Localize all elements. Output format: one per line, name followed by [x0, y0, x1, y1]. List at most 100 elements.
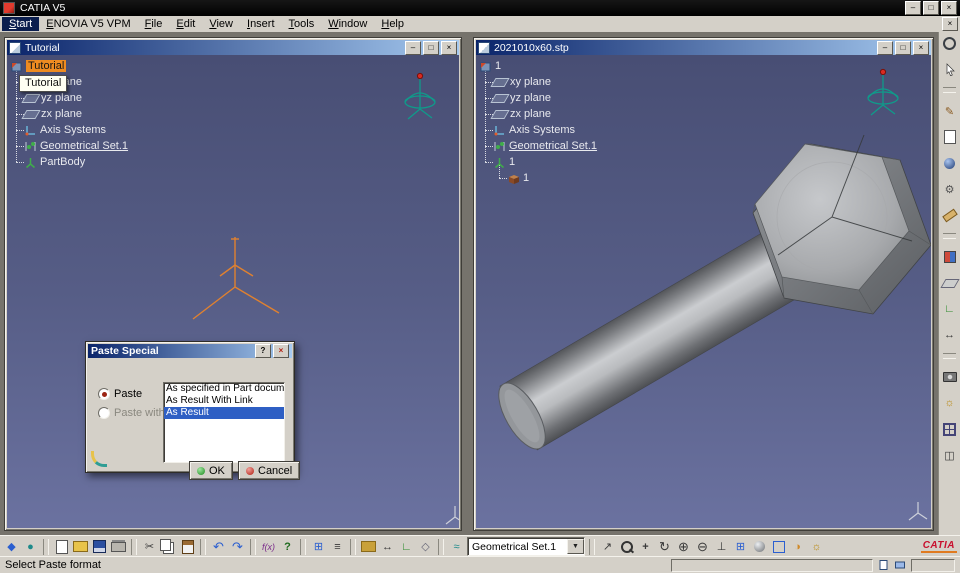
graph-icon[interactable]: ⊞ — [310, 539, 327, 555]
layers-icon[interactable]: ◫ — [941, 447, 958, 463]
bulb-icon[interactable]: ☼ — [941, 395, 958, 411]
tree-item-label[interactable]: 1 — [523, 172, 529, 184]
tree-item-label[interactable]: yz plane — [41, 92, 82, 104]
paste-format-listbox[interactable]: As specified in Part document As Result … — [163, 382, 285, 463]
view-compass[interactable] — [860, 65, 906, 119]
window-minimize-button[interactable]: – — [405, 40, 421, 55]
grid-icon[interactable] — [941, 421, 958, 437]
plane-icon[interactable] — [939, 275, 960, 291]
menu-window[interactable]: Window — [321, 17, 374, 31]
tree-root-label[interactable]: Tutorial — [26, 60, 67, 72]
window-minimize-button[interactable]: – — [877, 40, 893, 55]
tree-item-yz-plane[interactable]: yz plane — [490, 91, 551, 105]
axis-icon[interactable]: ∟ — [941, 301, 958, 317]
menu-edit[interactable]: Edit — [169, 17, 202, 31]
paste-format-option[interactable]: As specified in Part document — [164, 383, 284, 395]
zoom-in-icon[interactable]: ⊕ — [675, 539, 692, 555]
gear-icon[interactable]: ⚙ — [941, 181, 958, 197]
sphere-icon[interactable] — [941, 155, 958, 171]
paste-format-option-selected[interactable]: As Result — [164, 407, 284, 419]
maximize-button[interactable]: □ — [923, 1, 939, 15]
toolbar-handle[interactable] — [943, 233, 956, 239]
sheet-icon[interactable] — [941, 129, 958, 145]
tree-item-label[interactable]: xy plane — [510, 76, 551, 88]
copy-icon[interactable] — [160, 539, 177, 555]
open-folder-icon[interactable] — [72, 539, 89, 555]
paste-radio[interactable] — [98, 388, 110, 400]
shaded-view-icon[interactable] — [751, 539, 768, 555]
dialog-close-button[interactable]: × — [273, 344, 289, 358]
paste-format-option[interactable]: As Result With Link — [164, 395, 284, 407]
paste-radio-row[interactable]: Paste — [98, 388, 142, 400]
window-restore-button[interactable]: □ — [895, 40, 911, 55]
toolbar-handle[interactable] — [943, 353, 956, 359]
tree-item-label[interactable]: Axis Systems — [509, 124, 575, 136]
tree-root-label[interactable]: 1 — [495, 60, 501, 72]
tree-item-geometrical-set[interactable]: Geometrical Set.1 — [493, 139, 597, 153]
menu-start[interactable]: Start — [2, 17, 40, 31]
plane-icon[interactable]: ◇ — [417, 539, 434, 555]
menu-help[interactable]: Help — [374, 17, 411, 31]
minimize-button[interactable]: – — [905, 1, 921, 15]
normal-view-icon[interactable]: ⊥ — [713, 539, 730, 555]
list-icon[interactable]: ≡ — [329, 539, 346, 555]
save-icon[interactable] — [91, 539, 108, 555]
fit-all-icon[interactable] — [618, 539, 635, 555]
menu-insert[interactable]: Insert — [240, 17, 282, 31]
menu-file[interactable]: File — [138, 17, 170, 31]
menu-tools[interactable]: Tools — [282, 17, 322, 31]
toolbar-handle[interactable] — [943, 87, 956, 93]
compass-handle[interactable] — [416, 72, 424, 80]
dialog-titlebar[interactable]: Paste Special ? × — [88, 344, 292, 358]
tree-item-solid-1[interactable]: 1 — [507, 171, 529, 185]
pencil-icon[interactable]: ✎ — [941, 103, 958, 119]
tree-item-label[interactable]: Geometrical Set.1 — [509, 140, 597, 152]
workbench-icon[interactable]: ◆ — [3, 539, 20, 555]
origin-axis-triad[interactable] — [177, 225, 293, 329]
status-link-icon[interactable] — [895, 560, 905, 570]
select-arrow-icon[interactable] — [941, 61, 958, 77]
tree-item-label[interactable]: Axis Systems — [40, 124, 106, 136]
axes-icon[interactable]: ∟ — [398, 539, 415, 555]
zoom-out-icon[interactable]: ⊖ — [694, 539, 711, 555]
paste-icon[interactable] — [179, 539, 196, 555]
tree-item-node-1[interactable]: 1 — [493, 155, 515, 169]
pan-icon[interactable]: + — [637, 539, 654, 555]
browser-icon[interactable]: ● — [22, 539, 39, 555]
dialog-help-button[interactable]: ? — [255, 344, 271, 358]
light-icon[interactable]: ☼ — [808, 539, 825, 555]
ok-button[interactable]: OK — [189, 461, 233, 480]
window-restore-button[interactable]: □ — [423, 40, 439, 55]
close-button[interactable]: × — [941, 1, 957, 15]
stp-window-titlebar[interactable]: 2021010x60.stp – □ × — [476, 40, 931, 55]
chevron-down-icon[interactable]: ▼ — [567, 539, 584, 554]
tree-item-label[interactable]: yz plane — [510, 92, 551, 104]
cut-icon[interactable]: ✂ — [141, 539, 158, 555]
tree-item-zx-plane[interactable]: zx plane — [490, 107, 551, 121]
menu-enovia[interactable]: ENOVIA V5 VPM — [39, 17, 137, 31]
tree-root-part[interactable]: 1 — [479, 59, 501, 73]
view-compass[interactable] — [397, 69, 443, 123]
tree-item-label[interactable]: Geometrical Set.1 — [40, 140, 128, 152]
tree-item-label[interactable]: 1 — [509, 156, 515, 168]
undo-icon[interactable]: ↶ — [210, 539, 227, 555]
stp-viewport[interactable]: 1 xy plane yz plane zx plane Axis System… — [476, 55, 931, 528]
tree-item-zx-plane[interactable]: zx plane — [21, 107, 82, 121]
tree-item-axis-systems[interactable]: Axis Systems — [24, 123, 106, 137]
tutorial-window-titlebar[interactable]: Tutorial – □ × — [7, 40, 459, 55]
link-icon[interactable]: ≈ — [448, 539, 465, 555]
knowledge-icon[interactable]: ? — [279, 539, 296, 555]
tree-item-yz-plane[interactable]: yz plane — [21, 91, 82, 105]
tree-item-label[interactable]: zx plane — [510, 108, 551, 120]
menu-view[interactable]: View — [202, 17, 240, 31]
tree-item-partbody[interactable]: PartBody — [24, 155, 85, 169]
status-doc-icon[interactable] — [879, 560, 889, 570]
tree-root-tutorial[interactable]: Tutorial — [10, 59, 67, 73]
new-document-icon[interactable] — [53, 539, 70, 555]
tree-item-xy-plane[interactable]: xy plane — [490, 75, 551, 89]
paste-with-link-radio[interactable] — [98, 407, 110, 419]
measure-icon[interactable]: ↔ — [379, 539, 396, 555]
paint-icon[interactable] — [941, 249, 958, 265]
hide-show-icon[interactable]: ◑ — [789, 539, 806, 555]
status-input-field[interactable] — [671, 558, 873, 572]
